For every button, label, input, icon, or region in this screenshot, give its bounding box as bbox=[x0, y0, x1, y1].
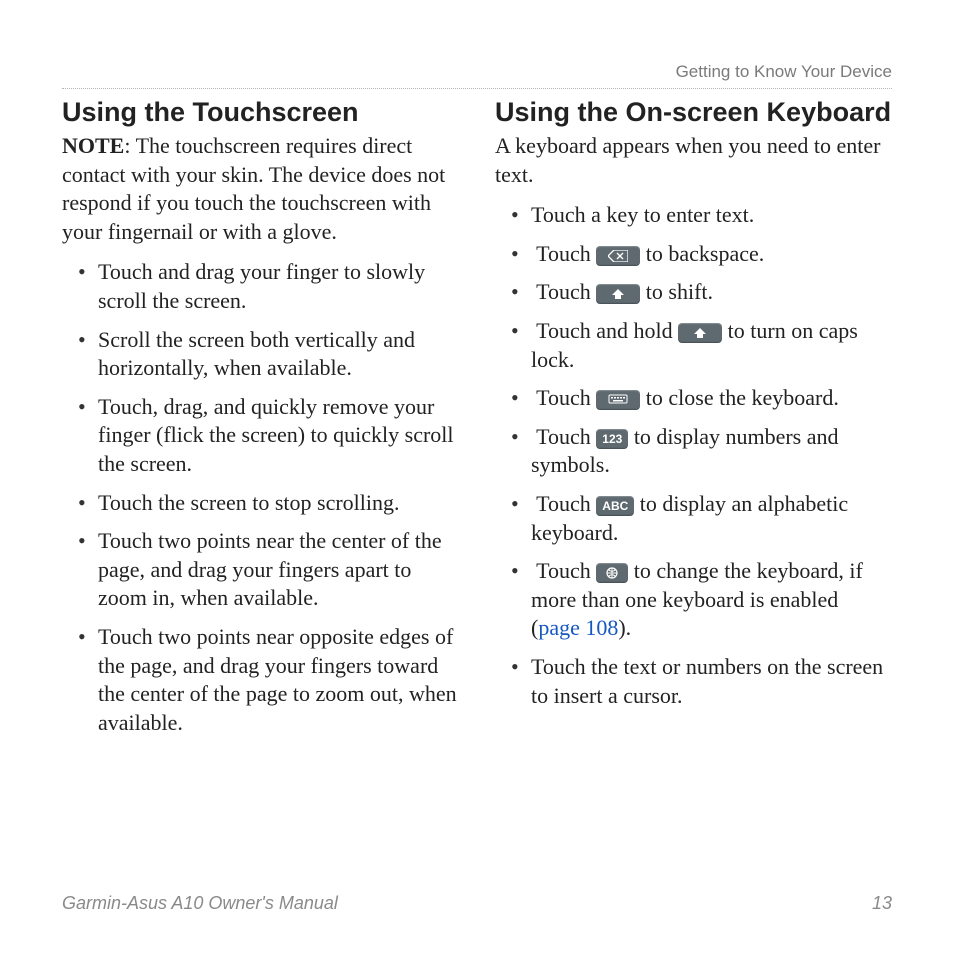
touchscreen-list: Touch and drag your finger to slowly scr… bbox=[62, 258, 459, 737]
manual-page: Getting to Know Your Device Using the To… bbox=[0, 0, 954, 954]
list-item-text: Touch bbox=[536, 279, 596, 304]
list-item: Touch two points near the center of the … bbox=[62, 527, 459, 613]
list-item-text: to shift. bbox=[640, 279, 713, 304]
list-item-text: Touch and hold bbox=[536, 318, 678, 343]
list-item: Touch two points near opposite edges of … bbox=[62, 623, 459, 737]
page-reference-link[interactable]: page 108 bbox=[538, 615, 618, 640]
globe-icon bbox=[596, 563, 628, 583]
section-header: Getting to Know Your Device bbox=[62, 62, 892, 89]
list-item: Touch to close the keyboard. bbox=[495, 384, 892, 413]
list-item: Touch the text or numbers on the screen … bbox=[495, 653, 892, 710]
list-item: Touch to change the keyboard, if more th… bbox=[495, 557, 892, 643]
list-item-text: Touch bbox=[536, 558, 596, 583]
keyboard-list: Touch a key to enter text. Touch to back… bbox=[495, 201, 892, 710]
page-number: 13 bbox=[872, 893, 892, 914]
note-paragraph: NOTE: The touchscreen requires direct co… bbox=[62, 132, 459, 246]
two-column-layout: Using the Touchscreen NOTE: The touchscr… bbox=[62, 97, 892, 873]
list-item: Touch to shift. bbox=[495, 278, 892, 307]
list-item: Touch and hold to turn on caps lock. bbox=[495, 317, 892, 374]
note-label: NOTE bbox=[62, 133, 124, 158]
list-item-text: Touch bbox=[536, 424, 596, 449]
page-footer: Garmin-Asus A10 Owner's Manual 13 bbox=[62, 893, 892, 914]
right-intro: A keyboard appears when you need to ente… bbox=[495, 132, 892, 189]
list-item-text: Touch and drag your finger to slowly scr… bbox=[98, 259, 425, 313]
right-heading: Using the On-screen Keyboard bbox=[495, 97, 892, 128]
list-item-text: to close the keyboard. bbox=[640, 385, 839, 410]
list-item-text: ). bbox=[618, 615, 631, 640]
list-item: Touch, drag, and quickly remove your fin… bbox=[62, 393, 459, 479]
list-item-text: to backspace. bbox=[640, 241, 764, 266]
list-item-text: Touch the screen to stop scrolling. bbox=[98, 490, 400, 515]
list-item: Touch and drag your finger to slowly scr… bbox=[62, 258, 459, 315]
numbers-icon: 123 bbox=[596, 429, 628, 449]
left-heading: Using the Touchscreen bbox=[62, 97, 459, 128]
list-item-text: Touch bbox=[536, 385, 596, 410]
left-column: Using the Touchscreen NOTE: The touchscr… bbox=[62, 97, 459, 873]
backspace-icon bbox=[596, 246, 640, 266]
list-item-text: Touch two points near opposite edges of … bbox=[98, 624, 457, 735]
list-item-text: Touch, drag, and quickly remove your fin… bbox=[98, 394, 454, 476]
list-item-text: Touch bbox=[536, 491, 596, 516]
list-item: Touch ABC to display an alphabetic keybo… bbox=[495, 490, 892, 547]
list-item-text: Touch a key to enter text. bbox=[531, 202, 754, 227]
shift-icon bbox=[596, 284, 640, 304]
list-item: Scroll the screen both vertically and ho… bbox=[62, 326, 459, 383]
manual-title: Garmin-Asus A10 Owner's Manual bbox=[62, 893, 338, 914]
list-item-text: Touch the text or numbers on the screen … bbox=[531, 654, 883, 708]
list-item-text: Touch two points near the center of the … bbox=[98, 528, 442, 610]
list-item: Touch 123 to display numbers and symbols… bbox=[495, 423, 892, 480]
right-column: Using the On-screen Keyboard A keyboard … bbox=[495, 97, 892, 873]
list-item: Touch to backspace. bbox=[495, 240, 892, 269]
list-item: Touch the screen to stop scrolling. bbox=[62, 489, 459, 518]
list-item-text: Scroll the screen both vertically and ho… bbox=[98, 327, 415, 381]
keyboard-close-icon bbox=[596, 390, 640, 410]
list-item: Touch a key to enter text. bbox=[495, 201, 892, 230]
list-item-text: Touch bbox=[536, 241, 596, 266]
shift-icon bbox=[678, 323, 722, 343]
abc-icon: ABC bbox=[596, 496, 634, 516]
